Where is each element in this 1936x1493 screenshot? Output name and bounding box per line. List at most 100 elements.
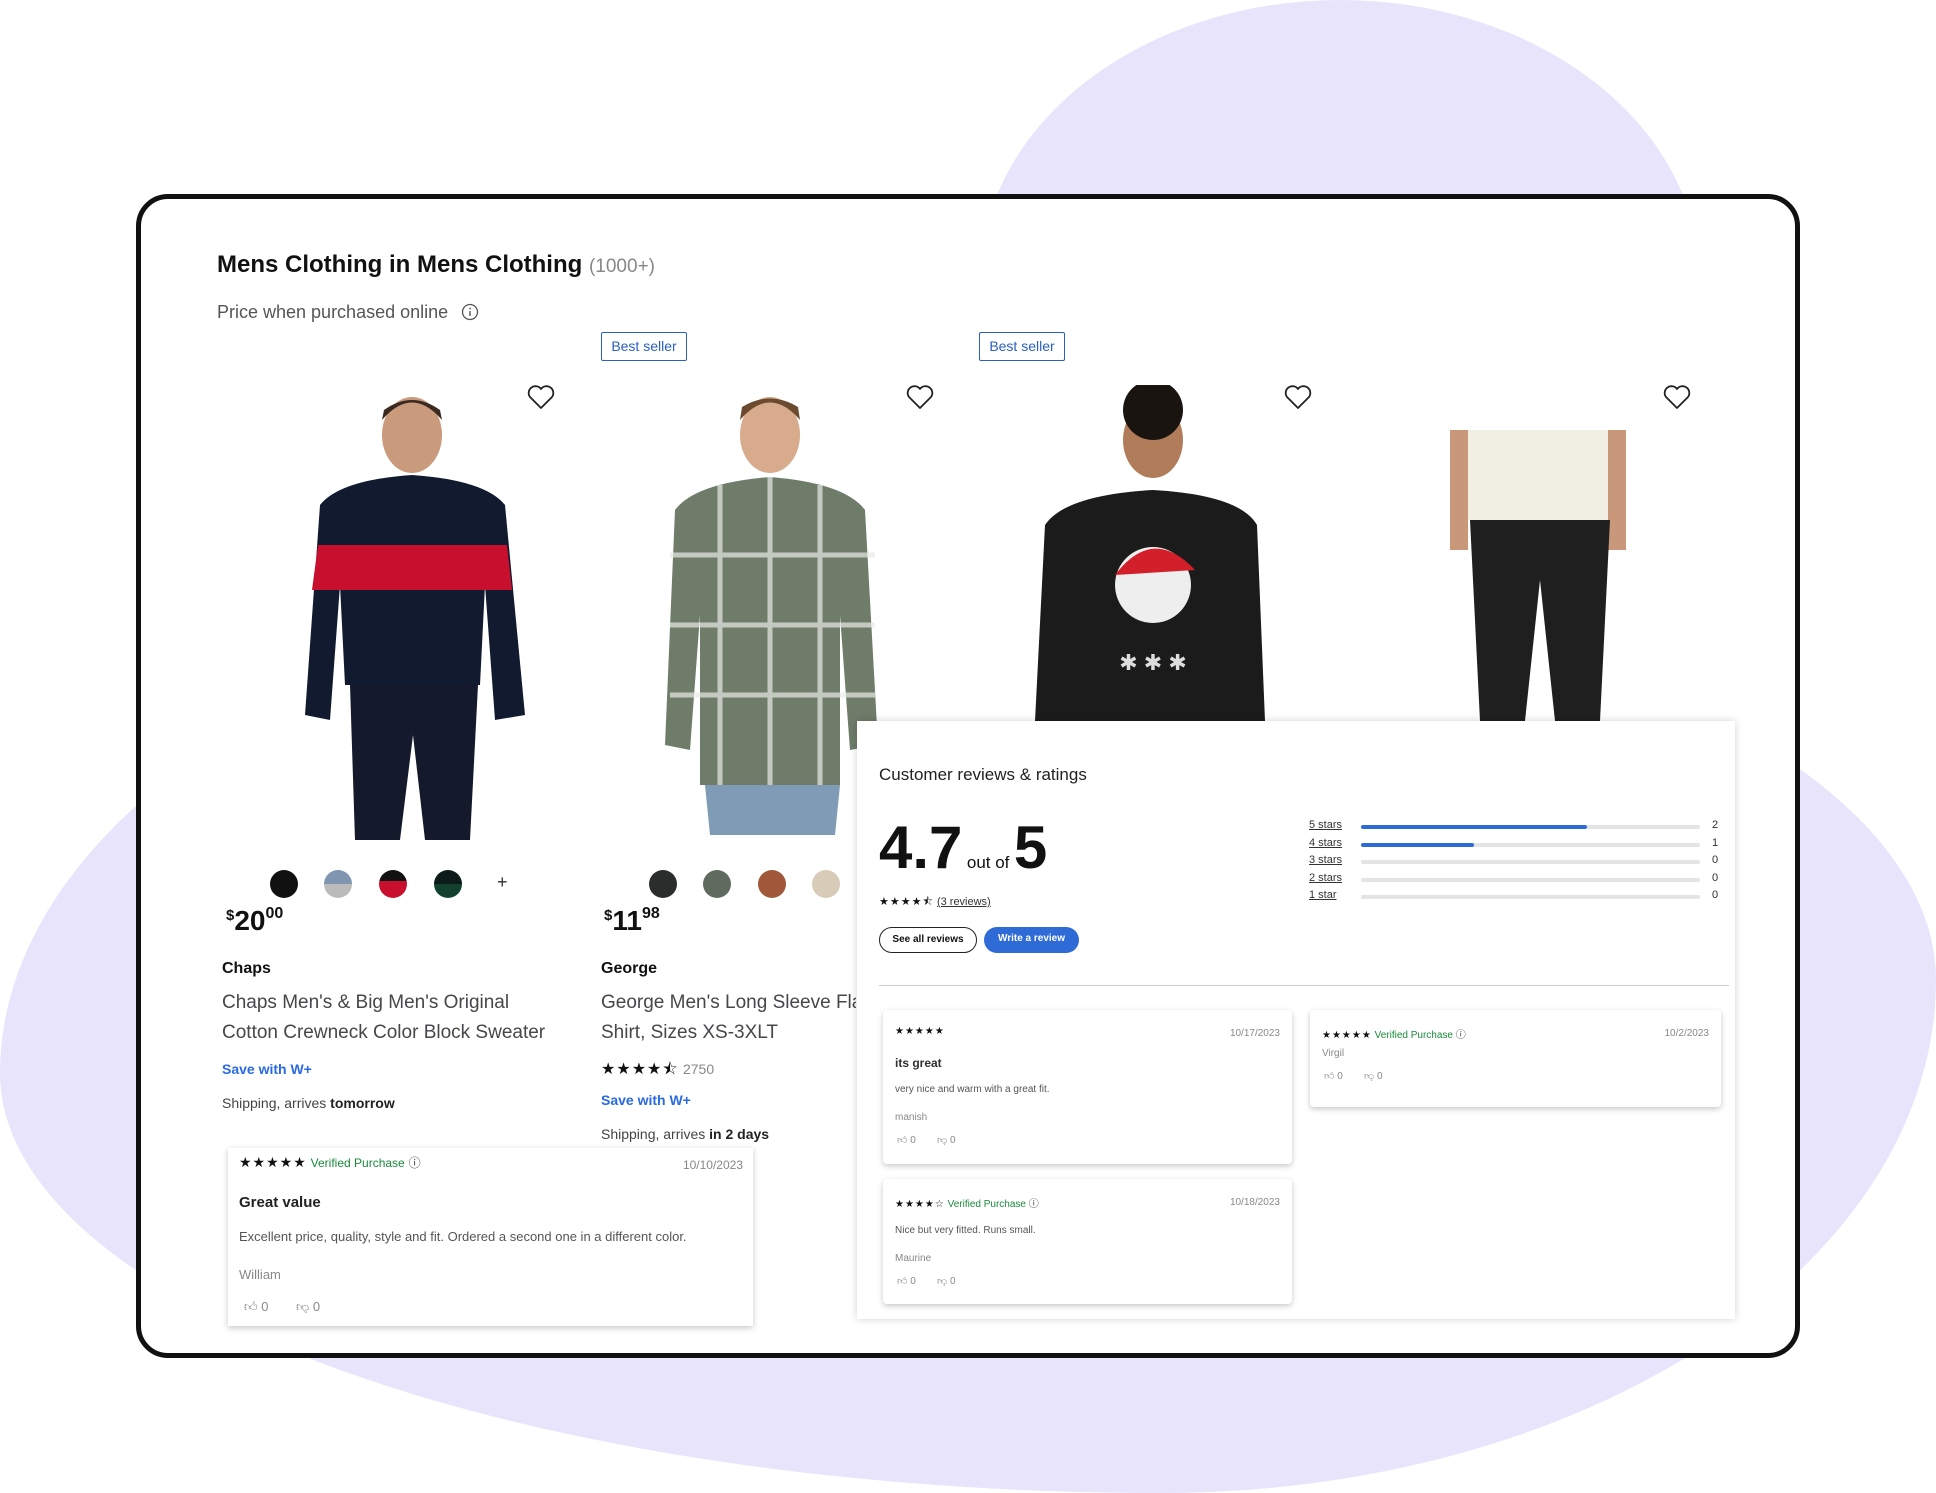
reviews-panel: Customer reviews & ratings 4.7 out of 5 … [857,721,1735,1319]
histogram-bar [1361,877,1700,882]
review-stars: ★★★★★ [1322,1030,1372,1041]
color-swatch[interactable] [812,870,840,898]
thumbs-down-icon: 👎︎ [296,1299,310,1314]
best-seller-badge: Best seller [601,332,687,361]
product-title-link[interactable]: George Men's Long Sleeve Fla Shirt, Sizes… [601,988,856,1048]
review-stars: ★★★★★ [895,1026,945,1037]
review-card: ★★★★★ 10/17/2023 its great very nice and w… [883,1010,1292,1164]
histogram-bar [1361,825,1700,829]
color-swatch[interactable] [379,870,407,898]
heart-icon[interactable] [905,382,935,412]
review-card: ★★★★★ Verified Purchase ⓘ 10/2/2023 Virgi… [1310,1010,1721,1107]
color-swatch[interactable] [758,870,786,898]
more-swatches-button[interactable]: + [497,872,508,893]
histogram-label[interactable]: 1 star [1309,889,1337,901]
color-swatch[interactable] [324,870,352,898]
review-title: its great [895,1056,942,1070]
heart-icon[interactable] [1283,382,1313,412]
helpful-button[interactable]: 👍︎ 0 [897,1134,916,1146]
review-title: Great value [239,1194,321,1211]
histogram-count: 2 [1712,819,1719,831]
histogram-bar [1361,895,1700,899]
review-body: Excellent price, quality, style and fit.… [239,1229,687,1244]
product-image-pants[interactable] [1450,430,1630,721]
info-icon[interactable]: ⓘ [1456,1030,1466,1041]
thumbs-up-icon: 👍︎ [244,1299,258,1314]
verified-purchase: Verified Purchase [310,1156,405,1170]
histogram-label[interactable]: 5 stars [1309,819,1342,831]
product-image-sweater[interactable] [300,385,540,840]
average-rating: 4.7 out of 5 [879,814,1048,881]
histogram-bar [1361,860,1700,864]
product-title-link[interactable]: Chaps Men's & Big Men's Original Cotton C… [222,988,582,1048]
see-all-reviews-button[interactable]: See all reviews [879,927,977,953]
heart-icon[interactable] [1662,382,1692,412]
color-swatch[interactable] [703,870,731,898]
histogram-label[interactable]: 3 stars [1309,854,1342,866]
helpful-button[interactable]: 👍︎ 0 [244,1299,268,1315]
write-review-button[interactable]: Write a review [984,927,1079,953]
histogram-count: 0 [1712,871,1719,884]
best-seller-badge: Best seller [979,332,1065,361]
price-note: Price when purchased online [217,302,479,323]
review-date: 10/2/2023 [1664,1028,1710,1039]
helpful-button[interactable]: 👍︎ 0 [1324,1070,1343,1082]
color-swatch[interactable] [649,870,677,898]
verified-purchase: Verified Purchase [1374,1030,1453,1041]
thumbs-down-icon: 👎︎ [937,1135,948,1146]
histogram-count: 1 [1712,836,1719,849]
review-date: 10/17/2023 [1229,1028,1280,1039]
review-card: ★★★★★ Verified Purchase ⓘ 10/10/2023 Gre… [228,1148,753,1326]
thumbs-up-icon: 👍︎ [897,1135,908,1146]
review-body: Nice but very fitted. Runs small. [895,1225,1036,1236]
histogram-count: 0 [1712,854,1719,866]
review-body: very nice and warm with a great fit. [895,1084,1050,1095]
unhelpful-button[interactable]: 👎︎ 0 [1364,1070,1383,1082]
histogram-bar-fill [1361,825,1588,829]
save-with-walmart-plus[interactable]: Save with W+ [601,1092,691,1108]
color-swatch[interactable] [270,870,298,898]
unhelpful-button[interactable]: 👎︎ 0 [296,1299,320,1315]
review-card: ★★★★☆ Verified Purchase ⓘ 10/18/2023 Nice… [883,1179,1292,1304]
info-icon[interactable]: ⓘ [1029,1199,1039,1210]
histogram-label[interactable]: 2 stars [1309,872,1342,884]
histogram-bar [1361,842,1700,847]
review-author: Maurine [895,1253,932,1264]
info-icon[interactable] [461,303,479,321]
rating-stars: ★★★★⯪ [879,896,934,908]
reviews-heading: Customer reviews & ratings [879,765,1087,784]
review-author: William [239,1267,281,1282]
review-stars: ★★★★☆ [895,1199,945,1210]
browser-frame: Mens Clothing in Mens Clothing (1000+) P… [136,194,1800,1358]
info-icon[interactable]: ⓘ [409,1156,421,1170]
histogram-count: 0 [1712,889,1719,901]
thumbs-up-icon: 👍︎ [1324,1071,1335,1082]
product-rating: ★★★★⯪ 2750 [601,1061,715,1078]
save-with-walmart-plus[interactable]: Save with W+ [222,1061,312,1077]
histogram-bar-fill [1361,842,1474,847]
review-date: 10/18/2023 [1229,1197,1280,1208]
shipping-info: Shipping, arrives tomorrow [222,1095,395,1111]
product-price: $2000 [226,905,284,936]
product-brand: Chaps [222,960,271,977]
review-date: 10/10/2023 [682,1158,743,1172]
thumbs-down-icon: 👎︎ [937,1276,948,1287]
product-price: $1198 [604,905,660,936]
result-count: (1000+) [588,256,655,277]
page-title: Mens Clothing in Mens Clothing (1000+) [217,251,655,278]
unhelpful-button[interactable]: 👎︎ 0 [937,1275,956,1287]
divider [879,985,1729,986]
review-stars: ★★★★★ [239,1154,307,1170]
unhelpful-button[interactable]: 👎︎ 0 [937,1134,956,1146]
thumbs-up-icon: 👍︎ [897,1276,908,1287]
review-count-link[interactable]: (3 reviews) [937,896,991,908]
histogram-label[interactable]: 4 stars [1309,837,1342,849]
product-image-flannel[interactable] [660,385,885,835]
product-brand: George [601,960,658,977]
verified-purchase: Verified Purchase [947,1199,1026,1210]
product-image-christmas-sweatshirt[interactable]: ✱ ✱ ✱ [1035,385,1265,721]
thumbs-down-icon: 👎︎ [1364,1071,1375,1082]
color-swatch[interactable] [434,870,462,898]
review-author: Virgil [1322,1048,1345,1059]
helpful-button[interactable]: 👍︎ 0 [897,1275,916,1287]
